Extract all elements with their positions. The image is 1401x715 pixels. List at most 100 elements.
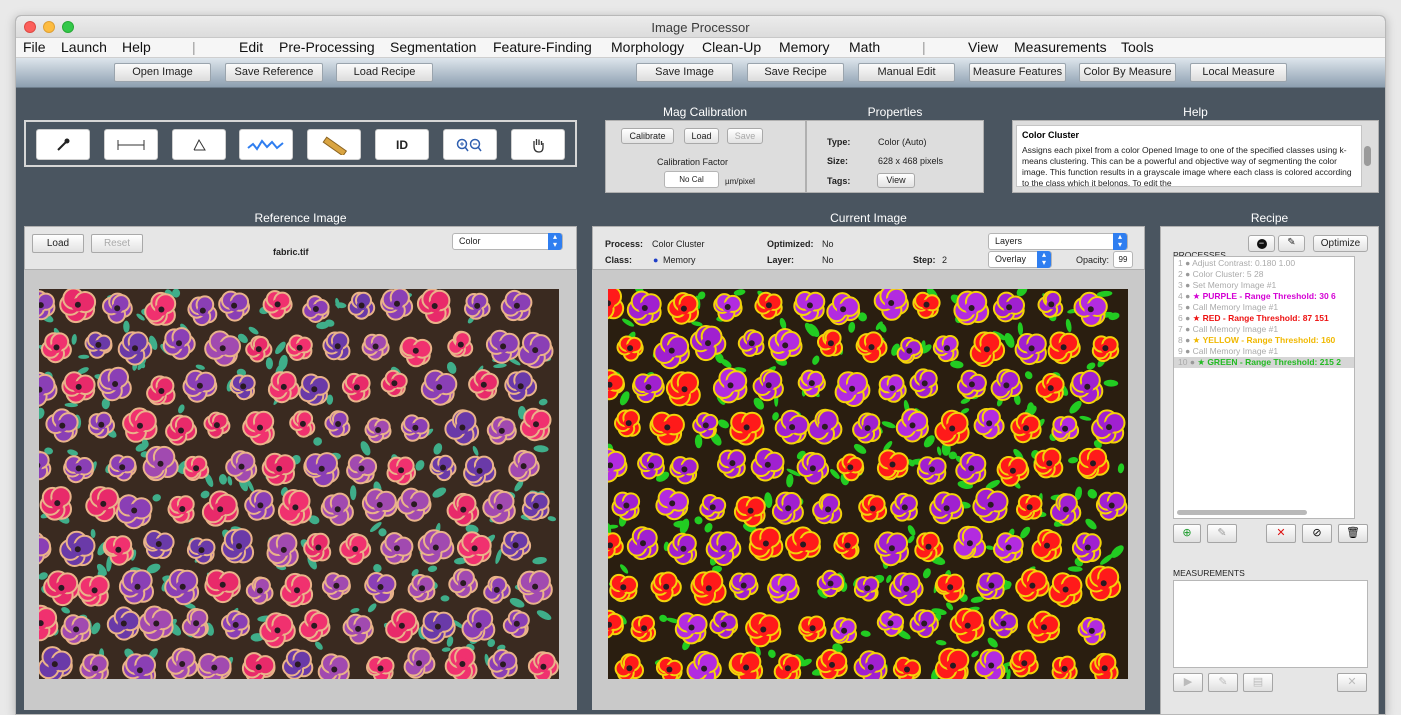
angle-tool[interactable] bbox=[172, 129, 226, 160]
tool-palette: ID bbox=[24, 120, 577, 167]
menu-launch[interactable]: Launch bbox=[61, 39, 107, 55]
reference-reset-button[interactable]: Reset bbox=[91, 234, 143, 253]
size-label: Size: bbox=[827, 156, 848, 166]
menu-measurements[interactable]: Measurements bbox=[1014, 39, 1107, 55]
help-scrollbar[interactable] bbox=[1364, 146, 1371, 166]
process-step[interactable]: 5 ● Call Memory Image #1 bbox=[1174, 302, 1354, 313]
reference-image-frame bbox=[24, 270, 577, 710]
reference-load-button[interactable]: Load bbox=[32, 234, 84, 253]
tags-view-button[interactable]: View bbox=[877, 173, 915, 188]
recipe-title: Recipe bbox=[1160, 211, 1379, 225]
measurements-list[interactable] bbox=[1173, 580, 1368, 668]
help-text-area[interactable]: Color Cluster Assigns each pixel from a … bbox=[1016, 125, 1362, 187]
step-label: Adjust Contrast: 0.180 1.00 bbox=[1192, 258, 1295, 268]
process-step[interactable]: 6 ● ★ RED - Range Threshold: 87 151 bbox=[1174, 313, 1354, 324]
step-bullet-icon: ● bbox=[1185, 324, 1193, 334]
menu-morphology[interactable]: Morphology bbox=[611, 39, 684, 55]
properties-panel: Type: Color (Auto) Size: 628 x 468 pixel… bbox=[806, 120, 984, 193]
calibrate-button[interactable]: Calibrate bbox=[621, 128, 674, 144]
id-tool[interactable]: ID bbox=[375, 129, 429, 160]
edit-process-button[interactable]: ✎ bbox=[1207, 524, 1237, 543]
process-step[interactable]: 3 ● Set Memory Image #1 bbox=[1174, 280, 1354, 291]
process-list-scrollbar[interactable] bbox=[1177, 510, 1307, 515]
step-bullet-icon: ● bbox=[1185, 269, 1193, 279]
current-image[interactable] bbox=[608, 289, 1128, 679]
ruler-tool[interactable] bbox=[307, 129, 361, 160]
save-recipe-button[interactable]: Save Recipe bbox=[747, 63, 844, 82]
calibration-factor-field[interactable]: No Cal bbox=[664, 171, 719, 188]
measure-features-button[interactable]: Measure Features bbox=[969, 63, 1066, 82]
profile-tool[interactable] bbox=[239, 129, 293, 160]
menu-edit[interactable]: Edit bbox=[239, 39, 263, 55]
ruler-icon bbox=[321, 135, 347, 155]
open-image-button[interactable]: Open Image bbox=[114, 63, 211, 82]
reference-color-select[interactable]: Color ▴▾ bbox=[452, 233, 563, 250]
eyedropper-tool[interactable] bbox=[36, 129, 90, 160]
process-step[interactable]: 10 ● ★ GREEN - Range Threshold: 215 2 bbox=[1174, 357, 1354, 368]
menu-help[interactable]: Help bbox=[122, 39, 151, 55]
process-step[interactable]: 8 ● ★ YELLOW - Range Threshold: 160 bbox=[1174, 335, 1354, 346]
menu-memory[interactable]: Memory bbox=[779, 39, 830, 55]
disable-step-button[interactable]: ⊘ bbox=[1302, 524, 1332, 543]
current-image-title: Current Image bbox=[592, 211, 1145, 225]
color-by-measure-button[interactable]: Color By Measure bbox=[1079, 63, 1176, 82]
process-step[interactable]: 1 ● Adjust Contrast: 0.180 1.00 bbox=[1174, 258, 1354, 269]
menu-view[interactable]: View bbox=[968, 39, 998, 55]
reference-image[interactable] bbox=[39, 289, 559, 679]
trash-icon: 🗑 bbox=[1346, 527, 1360, 539]
step-label: Color Cluster: 5 28 bbox=[1193, 269, 1264, 279]
opacity-field[interactable]: 99 bbox=[1113, 251, 1133, 268]
menu-pre-processing[interactable]: Pre-Processing bbox=[279, 39, 375, 55]
help-body: Assigns each pixel from a color Opened I… bbox=[1017, 140, 1361, 187]
calibration-factor-label: Calibration Factor bbox=[657, 157, 728, 167]
measurement-edit-button[interactable]: ✎ bbox=[1208, 673, 1238, 692]
help-title: Help bbox=[1012, 105, 1379, 119]
overlay-select[interactable]: Overlay ▴▾ bbox=[988, 251, 1052, 268]
save-image-button[interactable]: Save Image bbox=[636, 63, 733, 82]
pan-tool[interactable] bbox=[511, 129, 565, 160]
layers-select-value: Layers bbox=[995, 236, 1022, 246]
delete-step-button[interactable]: ✕ bbox=[1266, 524, 1296, 543]
menu-math[interactable]: Math bbox=[849, 39, 880, 55]
menu-segmentation[interactable]: Segmentation bbox=[390, 39, 476, 55]
hand-icon bbox=[530, 137, 546, 153]
calibration-save-button[interactable]: Save bbox=[727, 128, 763, 144]
menu-file[interactable]: File bbox=[23, 39, 46, 55]
menu-clean-up[interactable]: Clean-Up bbox=[702, 39, 761, 55]
edit-step-button[interactable]: ✎ bbox=[1278, 235, 1305, 252]
load-recipe-button[interactable]: Load Recipe bbox=[336, 63, 433, 82]
process-step[interactable]: 9 ● Call Memory Image #1 bbox=[1174, 346, 1354, 357]
title-bar: Image Processor bbox=[16, 16, 1385, 38]
process-label: Process: bbox=[605, 239, 643, 249]
step-bullet-icon: ● bbox=[1185, 335, 1193, 345]
add-step-button[interactable]: ⊕ bbox=[1173, 524, 1201, 543]
play-button[interactable]: ▶ bbox=[1173, 673, 1203, 692]
manual-edit-button[interactable]: Manual Edit bbox=[858, 63, 955, 82]
menu-separator: | bbox=[922, 39, 926, 55]
plus-circle-icon: ⊕ bbox=[1182, 527, 1191, 539]
measurement-delete-button[interactable]: ✕ bbox=[1337, 673, 1367, 692]
save-reference-button[interactable]: Save Reference bbox=[225, 63, 323, 82]
menu-feature-finding[interactable]: Feature-Finding bbox=[493, 39, 592, 55]
line-measure-tool[interactable] bbox=[104, 129, 158, 160]
no-entry-icon: ⊘ bbox=[1312, 527, 1321, 539]
type-value: Color (Auto) bbox=[878, 137, 927, 147]
remove-step-button[interactable]: − bbox=[1248, 235, 1275, 252]
process-list[interactable]: 1 ● Adjust Contrast: 0.180 1.002 ● Color… bbox=[1173, 256, 1355, 519]
optimize-button[interactable]: Optimize bbox=[1313, 235, 1368, 252]
layers-select[interactable]: Layers ▴▾ bbox=[988, 233, 1128, 250]
menu-tools[interactable]: Tools bbox=[1121, 39, 1154, 55]
current-image-frame bbox=[592, 270, 1145, 710]
clear-recipe-button[interactable]: 🗑 bbox=[1338, 524, 1368, 543]
process-step[interactable]: 2 ● Color Cluster: 5 28 bbox=[1174, 269, 1354, 280]
process-step[interactable]: 7 ● Call Memory Image #1 bbox=[1174, 324, 1354, 335]
local-measure-button[interactable]: Local Measure bbox=[1190, 63, 1287, 82]
angle-icon bbox=[191, 138, 207, 152]
calibration-load-button[interactable]: Load bbox=[684, 128, 719, 144]
step-bullet-icon: ● bbox=[1185, 346, 1193, 356]
process-step[interactable]: 4 ● ★ PURPLE - Range Threshold: 30 6 bbox=[1174, 291, 1354, 302]
zoom-tool[interactable] bbox=[443, 129, 497, 160]
measurement-table-button[interactable]: ▤ bbox=[1243, 673, 1273, 692]
type-label: Type: bbox=[827, 137, 850, 147]
step-label: Call Memory Image #1 bbox=[1193, 302, 1279, 312]
